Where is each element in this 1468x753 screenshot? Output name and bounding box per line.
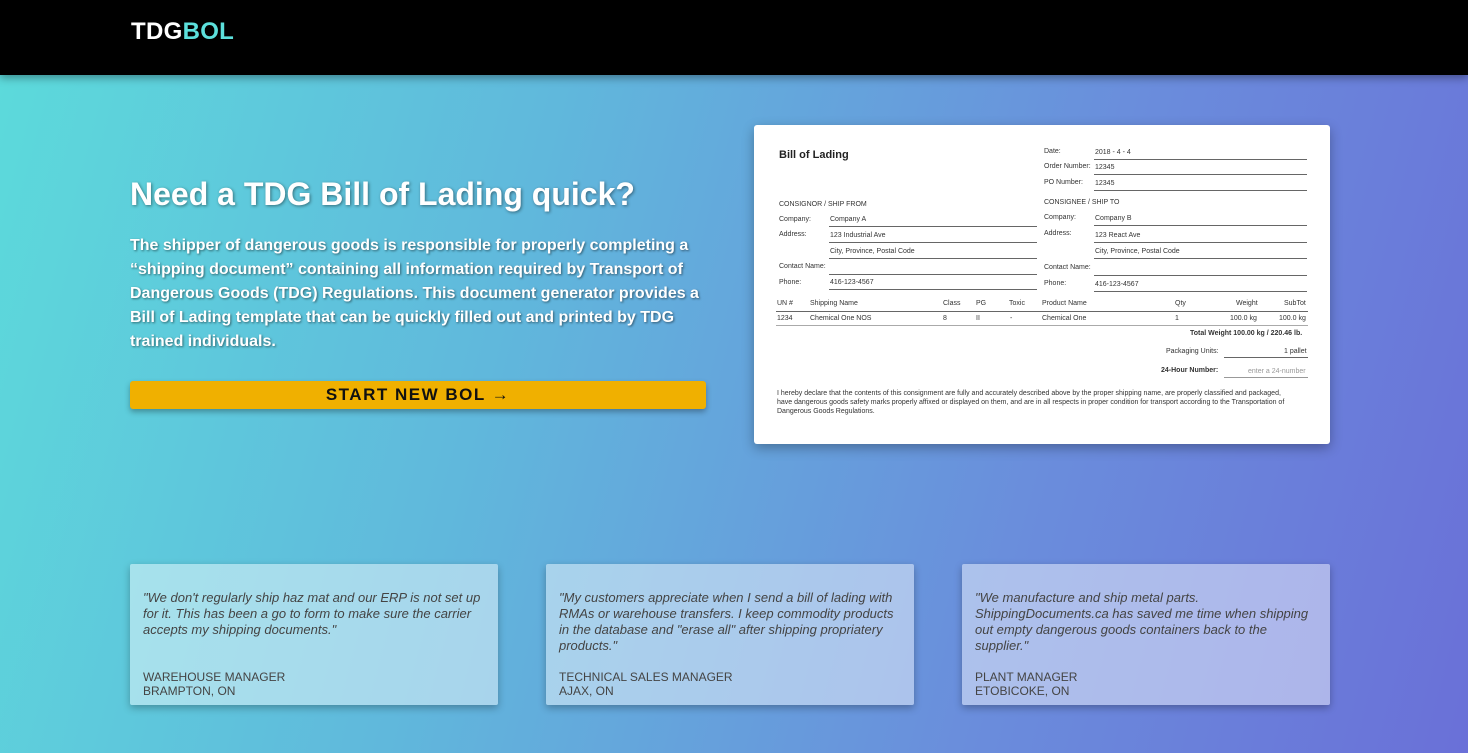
start-new-bol-button[interactable]: START NEW BOL → (130, 381, 706, 409)
testimonial-card: "My customers appreciate when I send a b… (546, 564, 914, 705)
table-row-divider (776, 325, 1308, 326)
table-cell-product-name: Chemical One (1042, 315, 1087, 322)
consignor-company-underline (829, 226, 1037, 227)
testimonial-location: ETOBICOKE, ON (975, 684, 1070, 698)
logo-part-tdg: TDG (131, 18, 183, 45)
table-header-weight: Weight (1236, 300, 1258, 307)
table-cell-qty: 1 (1175, 315, 1179, 322)
table-header-product-name: Product Name (1042, 300, 1087, 307)
consignee-contact-underline (1094, 275, 1307, 276)
po-number-value: 12345 (1095, 180, 1115, 187)
consignor-address2-value: City, Province, Postal Code (830, 248, 915, 255)
top-navbar: TDGBOL (0, 0, 1468, 75)
consignee-company-value: Company B (1095, 215, 1132, 222)
table-header-toxic: Toxic (1009, 300, 1025, 307)
consignee-address1-value: 123 React Ave (1095, 232, 1141, 239)
packaging-units-label: Packaging Units: (1166, 348, 1219, 355)
logo-part-bol: BOL (182, 18, 235, 45)
hero-title: Need a TDG Bill of Lading quick? (130, 176, 635, 212)
consignor-address2-underline (829, 258, 1037, 259)
logo[interactable]: TDGBOL (131, 18, 234, 46)
table-cell-un: 1234 (777, 315, 793, 322)
emergency-number-placeholder: enter a 24-number (1248, 368, 1306, 375)
testimonial-role: WAREHOUSE MANAGER (143, 670, 286, 684)
date-value: 2018 - 4 - 4 (1095, 149, 1131, 156)
testimonial-quote: "We don't regularly ship haz mat and our… (143, 590, 481, 637)
emergency-number-label: 24-Hour Number: (1161, 367, 1219, 374)
table-cell-shipping-name: Chemical One NOS (810, 315, 872, 322)
consignee-company-label: Company: (1044, 214, 1076, 221)
date-underline (1094, 159, 1307, 160)
order-number-underline (1094, 174, 1307, 175)
po-number-underline (1094, 190, 1307, 191)
consignor-address1-underline (829, 242, 1037, 243)
order-number-label: Order Number: (1044, 163, 1091, 170)
consignee-address2-underline (1094, 258, 1307, 259)
emergency-number-underline (1224, 377, 1308, 378)
hero-description: The shipper of dangerous goods is respon… (130, 237, 699, 350)
table-header-subtot: SubTot (1284, 300, 1306, 307)
consignee-phone-value: 416-123-4567 (1095, 281, 1139, 288)
testimonial-location: AJAX, ON (559, 684, 614, 698)
consignee-phone-label: Phone: (1044, 280, 1067, 287)
bol-title: Bill of Lading (779, 149, 849, 161)
total-weight: Total Weight 100.00 kg / 220.46 lb. (1190, 330, 1303, 337)
table-cell-toxic: - (1010, 315, 1013, 322)
table-header-un: UN # (777, 300, 793, 307)
consignor-phone-label: Phone: (779, 279, 802, 286)
consignor-phone-value: 416-123-4567 (830, 279, 874, 286)
consignee-address1-underline (1094, 242, 1307, 243)
consignor-company-label: Company: (779, 216, 811, 223)
packaging-units-value: 1 pallet (1284, 348, 1307, 355)
consignor-address-label: Address: (779, 231, 807, 238)
order-number-value: 12345 (1095, 164, 1115, 171)
date-label: Date: (1044, 148, 1061, 155)
consignee-company-underline (1094, 225, 1307, 226)
consignee-contact-label: Contact Name: (1044, 264, 1091, 271)
table-header-pg: PG (976, 300, 987, 307)
bill-of-lading-preview[interactable]: Bill of Lading Date: 2018 - 4 - 4 Order … (754, 125, 1330, 444)
table-header-shipping-name: Shipping Name (810, 300, 858, 307)
consignor-contact-underline (829, 274, 1037, 275)
consignee-phone-underline (1094, 291, 1307, 292)
consignee-address2-value: City, Province, Postal Code (1095, 248, 1180, 255)
table-header-divider (776, 311, 1308, 312)
table-cell-weight: 100.0 kg (1230, 315, 1257, 322)
declaration-line-3: Dangerous Goods Regulations. (777, 408, 875, 415)
declaration-line-2: have dangerous goods safety marks proper… (777, 399, 1285, 406)
declaration-line-1: I hereby declare that the contents of th… (777, 390, 1281, 397)
consignor-heading: CONSIGNOR / SHIP FROM (779, 201, 867, 208)
testimonial-role: TECHNICAL SALES MANAGER (559, 670, 733, 684)
consignor-company-value: Company A (830, 216, 867, 223)
consignee-address-label: Address: (1044, 230, 1072, 237)
testimonial-card: "We manufacture and ship metal parts. Sh… (962, 564, 1330, 705)
testimonial-location: BRAMPTON, ON (143, 684, 236, 698)
table-cell-subtot: 100.0 kg (1279, 315, 1306, 322)
testimonial-role: PLANT MANAGER (975, 670, 1078, 684)
consignor-address1-value: 123 Industrial Ave (830, 232, 886, 239)
testimonial-card: "We don't regularly ship haz mat and our… (130, 564, 498, 705)
table-cell-class: 8 (943, 315, 947, 322)
consignee-heading: CONSIGNEE / SHIP TO (1044, 199, 1120, 206)
table-cell-pg: II (976, 315, 980, 322)
consignor-phone-underline (829, 289, 1037, 290)
testimonial-quote: "My customers appreciate when I send a b… (559, 590, 894, 653)
consignor-contact-label: Contact Name: (779, 263, 826, 270)
table-header-qty: Qty (1175, 300, 1186, 307)
testimonial-quote: "We manufacture and ship metal parts. Sh… (975, 590, 1309, 653)
po-number-label: PO Number: (1044, 179, 1083, 186)
packaging-units-underline (1224, 357, 1308, 358)
table-header-class: Class (943, 300, 961, 307)
